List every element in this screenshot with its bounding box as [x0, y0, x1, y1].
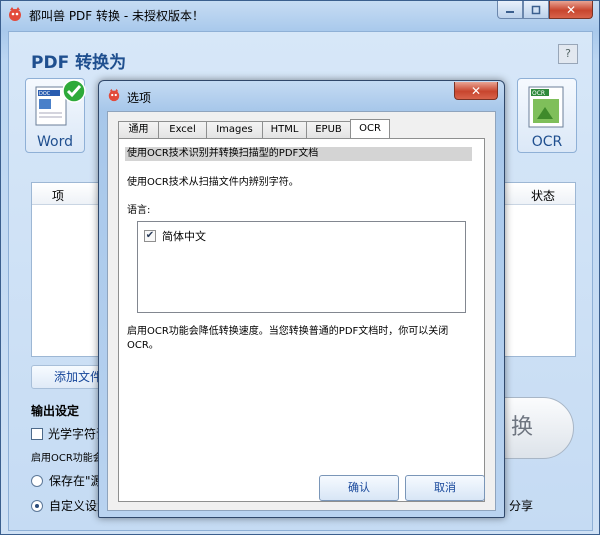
language-item-simplified-chinese[interactable]: ✔ 简体中文	[144, 228, 206, 244]
tab-general[interactable]: 通用	[118, 121, 158, 139]
column-header-status[interactable]: 状态	[531, 187, 555, 204]
tab-excel[interactable]: Excel	[158, 121, 206, 139]
convert-to-label: PDF 转换为	[31, 53, 127, 73]
ocr-note: 启用OCR功能会	[31, 453, 103, 464]
tab-ocr[interactable]: OCR	[350, 119, 390, 139]
dialog-logo-icon	[108, 88, 120, 102]
output-settings-label: 输出设定	[31, 404, 80, 418]
tab-images[interactable]: Images	[206, 121, 262, 139]
tab-html[interactable]: HTML	[262, 121, 306, 139]
language-list[interactable]: ✔ 简体中文	[137, 221, 466, 313]
help-icon[interactable]: ?	[558, 44, 578, 64]
minimize-icon	[506, 10, 514, 13]
ocr-hint: 启用OCR功能会降低转换速度。当您转换普通的PDF文档时，你可以关闭OCR。	[127, 326, 449, 351]
window-controls: ✕	[497, 1, 593, 19]
format-tile-word[interactable]: DOC Word	[25, 78, 86, 153]
column-header-item[interactable]: 项	[52, 187, 64, 204]
app-logo-icon	[9, 7, 21, 21]
close-icon: ✕	[565, 2, 577, 17]
ocr-checkbox[interactable]	[31, 427, 43, 440]
svg-text:OCR: OCR	[532, 90, 545, 97]
custom-setting-radio[interactable]	[31, 499, 43, 512]
ocr-checkbox-row[interactable]: 光学字符识	[31, 425, 108, 442]
language-label: 语言:	[127, 205, 151, 216]
svg-text:DOC: DOC	[39, 91, 51, 97]
language-name: 简体中文	[162, 230, 206, 243]
dialog-close-button[interactable]: ✕	[454, 82, 498, 100]
window-title: 都叫兽 PDF 转换 - 未授权版本！	[29, 9, 204, 23]
ocr-tab-panel: 使用OCR技术识别并转换扫描型的PDF文档 使用OCR技术从扫描文件内辨别字符。…	[118, 138, 485, 502]
dialog-body: 通用 Excel Images HTML EPUB OCR 使用OCR技术识别并…	[107, 111, 496, 511]
format-label-word: Word	[37, 134, 73, 150]
close-icon: ✕	[470, 83, 482, 98]
language-checkbox[interactable]: ✔	[144, 230, 156, 242]
title-bar: 都叫兽 PDF 转换 - 未授权版本！ ✕	[1, 1, 599, 27]
tab-strip: 通用 Excel Images HTML EPUB OCR	[118, 119, 390, 139]
maximize-button[interactable]	[523, 1, 549, 19]
format-tile-ocr[interactable]: OCR OCR	[517, 78, 577, 153]
dialog-title: 选项	[127, 91, 152, 105]
checkmark-badge-icon	[62, 79, 86, 103]
maximize-icon	[531, 5, 541, 14]
panel-heading: 使用OCR技术识别并转换扫描型的PDF文档	[125, 147, 472, 161]
ocr-image-icon: OCR	[528, 86, 564, 128]
options-dialog: 选项 ✕ 通用 Excel Images HTML EPUB OCR 使用OCR…	[98, 80, 505, 518]
tab-epub[interactable]: EPUB	[306, 121, 350, 139]
format-label-ocr: OCR	[531, 134, 563, 150]
save-source-radio[interactable]	[31, 474, 43, 487]
panel-description: 使用OCR技术从扫描文件内辨别字符。	[127, 177, 299, 188]
close-button[interactable]: ✕	[549, 1, 593, 19]
share-label[interactable]: 分享	[509, 497, 533, 514]
minimize-button[interactable]	[497, 1, 523, 19]
cancel-button[interactable]: 取消	[405, 475, 485, 501]
ok-button[interactable]: 确认	[319, 475, 399, 501]
